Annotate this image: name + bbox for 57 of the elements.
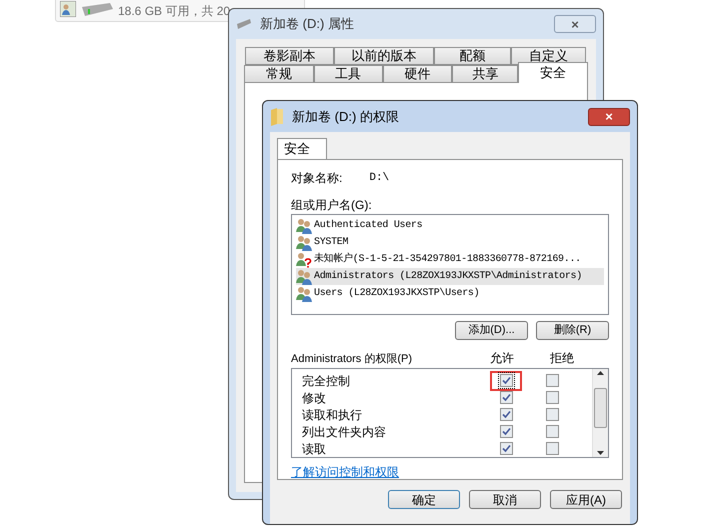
permission-name: 完全控制 bbox=[301, 372, 351, 390]
window-title: 新加卷 (D:) 的权限 bbox=[292, 108, 399, 126]
users-icon bbox=[296, 268, 312, 284]
tab[interactable]: 安全 bbox=[277, 138, 327, 159]
close-button[interactable]: × bbox=[554, 15, 596, 33]
permissions-label: Administrators 的权限(P) bbox=[291, 352, 414, 366]
checkbox[interactable] bbox=[500, 425, 512, 438]
users-icon bbox=[296, 218, 312, 234]
user-list-item[interactable]: 未知帐户(S-1-5-21-354297801-1883360778-872169... bbox=[296, 251, 604, 268]
tab[interactable]: 配额 bbox=[434, 47, 511, 65]
checkbox[interactable] bbox=[546, 374, 558, 387]
checkbox[interactable] bbox=[500, 374, 512, 387]
dialog-button[interactable]: 取消 bbox=[469, 490, 541, 509]
scroll-thumb[interactable] bbox=[594, 388, 607, 428]
help-link[interactable]: 了解访问控制和权限 bbox=[291, 463, 609, 481]
close-button[interactable]: × bbox=[588, 108, 630, 126]
deny-header: 拒绝 bbox=[550, 350, 574, 367]
user-list-item[interactable]: Administrators (L28ZOX193JKXSTP\Administrators) bbox=[296, 268, 604, 285]
unknown-user-icon bbox=[296, 252, 312, 268]
allow-header: 允许 bbox=[490, 350, 515, 367]
tab[interactable]: 以前的版本 bbox=[334, 47, 434, 65]
user-list-item[interactable]: Users (L28ZOX193JKXSTP\Users) bbox=[296, 285, 604, 302]
drive-icon bbox=[80, 3, 114, 17]
checkbox[interactable] bbox=[546, 408, 558, 421]
object-name-label: 对象名称: bbox=[291, 170, 342, 187]
tab[interactable]: 常规 bbox=[244, 65, 314, 83]
tab[interactable]: 硬件 bbox=[382, 65, 452, 83]
groups-label: 组或用户名(G): bbox=[291, 197, 373, 212]
permission-name: 列出文件夹内容 bbox=[301, 424, 387, 440]
checkbox[interactable] bbox=[500, 391, 512, 404]
remove-button[interactable]: 删除(R) bbox=[536, 321, 609, 340]
scroll-up-icon[interactable] bbox=[597, 371, 604, 375]
scroll-down-icon[interactable] bbox=[597, 451, 604, 455]
users-icon bbox=[296, 286, 312, 302]
checkbox[interactable] bbox=[500, 408, 512, 421]
scrollbar[interactable] bbox=[592, 369, 608, 457]
tab[interactable]: 安全 bbox=[518, 62, 588, 83]
folder-icon bbox=[270, 108, 284, 126]
add-button[interactable]: 添加(D)... bbox=[455, 321, 528, 340]
users-icon bbox=[60, 1, 76, 17]
users-icon bbox=[296, 234, 312, 250]
user-list-item[interactable]: Authenticated Users bbox=[296, 217, 604, 234]
tab[interactable]: 卷影副本 bbox=[245, 47, 334, 65]
user-list-item[interactable]: SYSTEM bbox=[296, 234, 604, 251]
tab[interactable]: 共享 bbox=[452, 65, 518, 83]
object-name-value: D:\ bbox=[369, 170, 390, 186]
dialog-button[interactable]: 应用(A) bbox=[550, 490, 622, 509]
drive-icon bbox=[236, 18, 252, 30]
permission-name: 读取 bbox=[301, 440, 327, 458]
dialog-button[interactable]: 确定 bbox=[388, 490, 460, 509]
tab[interactable]: 工具 bbox=[314, 65, 383, 83]
checkbox[interactable] bbox=[546, 391, 558, 404]
permission-name: 读取和执行 bbox=[301, 406, 363, 424]
checkbox[interactable] bbox=[546, 442, 558, 455]
checkbox[interactable] bbox=[546, 425, 558, 438]
checkbox[interactable] bbox=[500, 442, 512, 455]
permission-name: 修改 bbox=[301, 390, 327, 406]
